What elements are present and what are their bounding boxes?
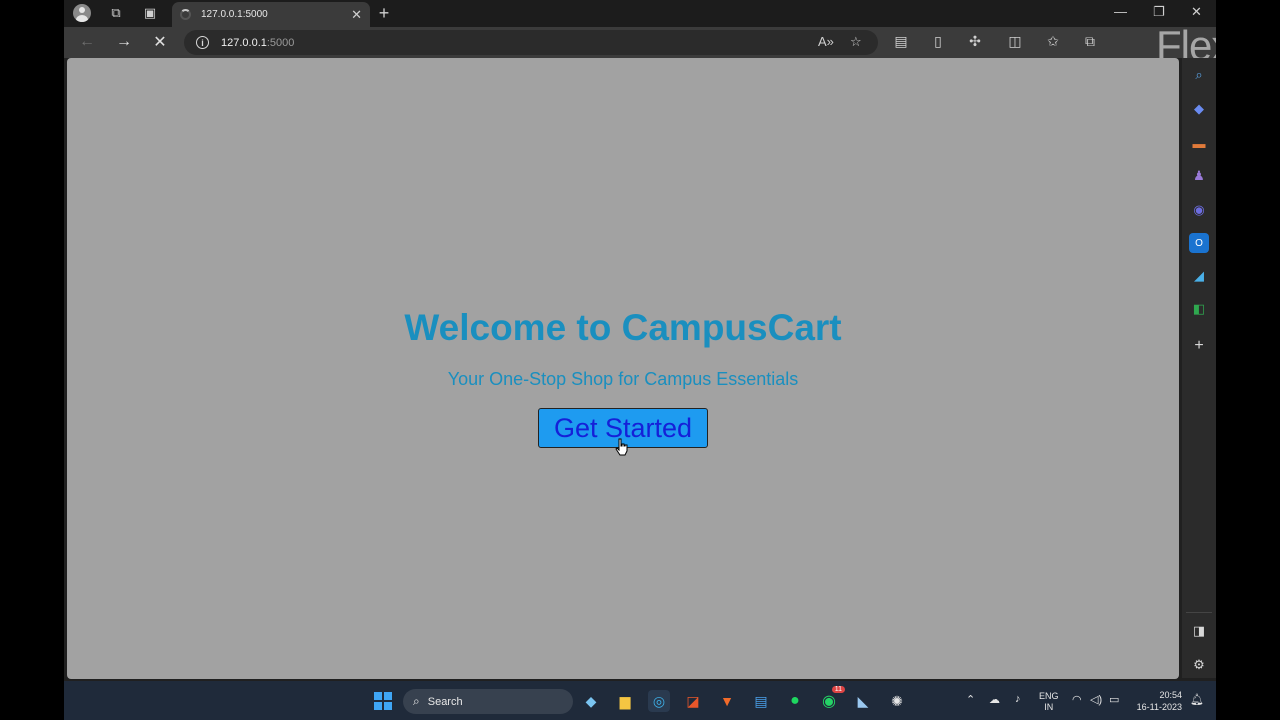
copilot-icon[interactable]: ◉ xyxy=(1189,200,1209,220)
collections-icon[interactable]: ⧉ xyxy=(1080,33,1100,50)
language-region: IN xyxy=(1044,702,1054,712)
system-clock[interactable]: 20:54 16-11-2023 xyxy=(1134,689,1182,713)
taskbar: ⌕ Search ◆ ▆ ◎ ◪ ▼ ▤ ● ◉ 11 ◣ ✺ ⌃ ☁ ♪ ENG… xyxy=(64,681,1216,720)
add-sidebar-app-icon[interactable]: + xyxy=(1189,336,1209,356)
start-windows-icon[interactable] xyxy=(372,690,394,712)
hide-sidebar-icon[interactable]: ◨ xyxy=(1189,621,1209,641)
chatgpt-icon[interactable]: ✺ xyxy=(886,690,908,712)
profile-button[interactable] xyxy=(70,2,94,24)
search-icon: ⌕ xyxy=(413,694,420,708)
profile-avatar-icon xyxy=(73,4,91,22)
file-explorer-icon[interactable]: ▆ xyxy=(614,690,636,712)
office-icon[interactable]: ◪ xyxy=(682,690,704,712)
tools-briefcase-icon[interactable]: ▬ xyxy=(1189,133,1209,153)
url-host: 127.0.0.1 xyxy=(221,36,267,49)
minimize-icon[interactable]: — xyxy=(1114,4,1127,19)
brave-browser-icon[interactable]: ▼ xyxy=(716,690,738,712)
notepad-icon[interactable]: ▤ xyxy=(750,690,772,712)
url-port: :5000 xyxy=(266,36,295,49)
loading-spinner-icon xyxy=(180,9,191,20)
clock-date: 16-11-2023 xyxy=(1136,702,1182,712)
wifi-icon[interactable]: ◠ xyxy=(1072,693,1082,706)
site-info-icon[interactable]: i xyxy=(196,36,209,49)
send-icon[interactable]: ◢ xyxy=(1189,266,1209,286)
copilot-taskbar-icon[interactable]: ◆ xyxy=(580,690,602,712)
language-code: ENG xyxy=(1039,691,1059,701)
onedrive-cloud-icon[interactable]: ☁ xyxy=(989,693,1000,706)
extensions-icon[interactable]: ✣ xyxy=(965,33,985,50)
forward-arrow-icon[interactable]: → xyxy=(111,31,137,53)
outlook-icon[interactable]: O xyxy=(1189,233,1209,253)
settings-gear-icon[interactable]: ⚙ xyxy=(1189,655,1209,675)
edge-browser-icon[interactable]: ◎ xyxy=(648,690,670,712)
page-title: Welcome to CampusCart xyxy=(404,307,842,348)
page-subtitle: Your One-Stop Shop for Campus Essentials xyxy=(447,369,799,389)
microphone-icon[interactable]: ♪ xyxy=(1015,693,1021,705)
hand-cursor-icon xyxy=(615,438,628,456)
close-window-icon[interactable]: ✕ xyxy=(1191,4,1202,20)
language-indicator[interactable]: ENG IN xyxy=(1039,691,1059,713)
new-tab-button[interactable]: + xyxy=(372,2,396,24)
search-label: Search xyxy=(427,695,463,708)
browser-tab[interactable]: 127.0.0.1:5000 ✕ xyxy=(172,2,370,27)
show-hidden-icons-icon[interactable]: ⌃ xyxy=(966,693,975,706)
browser-essentials-icon[interactable]: ▤ xyxy=(891,33,911,50)
spotify-icon[interactable]: ● xyxy=(784,690,806,712)
drop-icon[interactable]: ◧ xyxy=(1189,299,1209,319)
taskbar-search[interactable]: ⌕ Search xyxy=(403,689,573,714)
edge-sidebar: ⌕ ◆ ▬ ♟ ◉ O ◢ ◧ + ◨ ⚙ xyxy=(1182,58,1216,678)
tab-title: 127.0.0.1:5000 xyxy=(201,9,268,20)
whatsapp-badge: 11 xyxy=(831,686,845,693)
restore-icon[interactable]: ❐ xyxy=(1153,4,1165,20)
workspaces-icon[interactable]: ⧉ xyxy=(104,2,128,24)
browser-toolbar: ← → ✕ i 127.0.0.1:5000 A» ☆ ▤ ▯ ✣ ◫ ✩ ⧉ xyxy=(64,27,1216,58)
tab-close-icon[interactable]: ✕ xyxy=(351,7,362,23)
split-screen-icon[interactable]: ◫ xyxy=(1005,33,1025,50)
favorites-icon[interactable]: ✩ xyxy=(1043,33,1063,50)
tab-strip: ⧉ ▣ 127.0.0.1:5000 ✕ + — ❐ ✕ xyxy=(64,0,1216,27)
stop-loading-icon[interactable]: ✕ xyxy=(147,31,173,53)
phone-icon[interactable]: ▯ xyxy=(928,33,948,50)
whatsapp-icon[interactable]: ◉ 11 xyxy=(818,686,845,712)
battery-icon[interactable]: ▭ xyxy=(1109,693,1119,706)
volume-icon[interactable]: ◁) xyxy=(1090,693,1102,706)
notifications-bell-icon[interactable]: 🔔︎ xyxy=(1190,693,1204,706)
shopping-tag-icon[interactable]: ◆ xyxy=(1189,99,1209,119)
favorite-star-icon[interactable]: ☆ xyxy=(850,34,862,50)
search-icon[interactable]: ⌕ xyxy=(1189,65,1209,85)
back-arrow-icon[interactable]: ← xyxy=(74,31,100,53)
tab-actions-icon[interactable]: ▣ xyxy=(138,2,162,24)
address-bar[interactable]: i 127.0.0.1:5000 A» ☆ xyxy=(184,30,878,55)
page-viewport: Welcome to CampusCart Your One-Stop Shop… xyxy=(67,58,1179,679)
desktop-screen: ⧉ ▣ 127.0.0.1:5000 ✕ + — ❐ ✕ ← → ✕ i 127… xyxy=(64,0,1216,720)
sidebar-divider xyxy=(1186,612,1212,613)
read-aloud-icon[interactable]: A» xyxy=(818,34,834,49)
hero-section: Welcome to CampusCart Your One-Stop Shop… xyxy=(67,58,1179,679)
clock-time: 20:54 xyxy=(1159,690,1182,700)
games-icon[interactable]: ♟ xyxy=(1189,166,1209,186)
vscode-icon[interactable]: ◣ xyxy=(852,690,874,712)
